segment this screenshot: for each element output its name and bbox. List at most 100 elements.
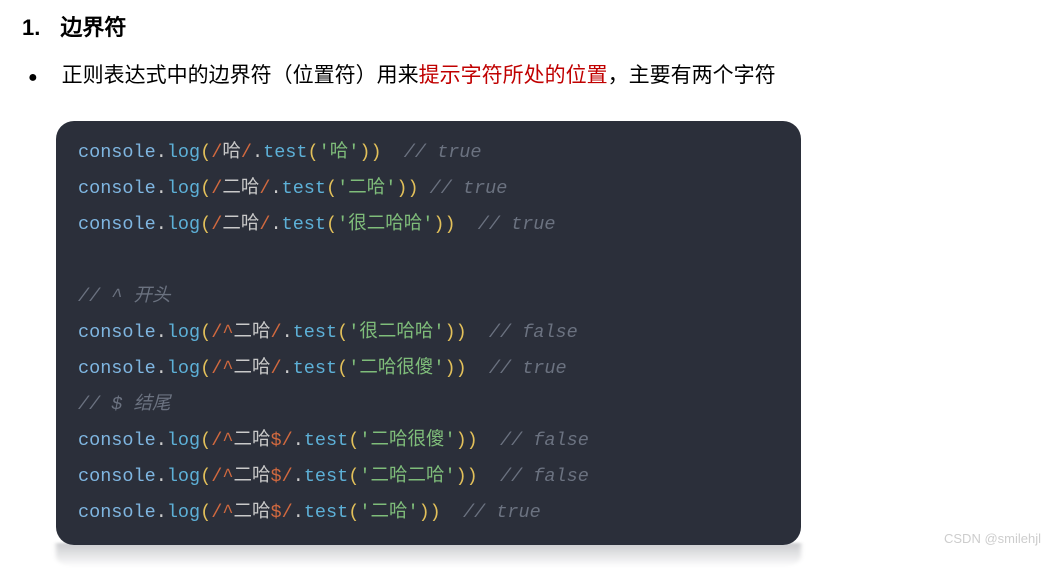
code-comment: // false <box>500 430 589 451</box>
code-line: console.log(/哈/.test('哈')) // true <box>78 135 779 171</box>
token-method: test <box>263 142 307 163</box>
heading-text: 边界符 <box>60 10 126 42</box>
code-comment: // true <box>430 178 508 199</box>
code-line: console.log(/^二哈$/.test('二哈很傻')) // fals… <box>78 423 779 459</box>
token-object: console <box>78 178 156 199</box>
token-paren: ) <box>456 322 467 343</box>
code-line: // ^ 开头 <box>78 279 779 315</box>
token-regex-delim: / <box>211 142 222 163</box>
code-line: console.log(/二哈/.test('二哈')) // true <box>78 171 779 207</box>
bullet-suffix: ，主要有两个字符 <box>608 64 776 87</box>
token-method: log <box>167 466 200 487</box>
token-method: test <box>293 358 337 379</box>
token-method: test <box>282 178 326 199</box>
token-object: console <box>78 466 156 487</box>
code-comment: // $ 结尾 <box>78 394 171 415</box>
token-paren: ( <box>200 178 211 199</box>
token-paren: ( <box>337 358 348 379</box>
token-regex-body: 二哈 <box>233 322 270 343</box>
code-line <box>78 243 779 279</box>
bullet-text: 正则表达式中的边界符（位置符）用来提示字符所处的位置，主要有两个字符 <box>62 62 776 90</box>
token-paren: ) <box>456 430 467 451</box>
token-paren: ( <box>200 430 211 451</box>
token-method: test <box>304 466 348 487</box>
token-dot: . <box>282 358 293 379</box>
token-paren: ) <box>444 358 455 379</box>
token-string: '二哈' <box>359 502 418 523</box>
token-paren: ( <box>326 178 337 199</box>
heading-number: 1. <box>22 15 40 41</box>
code-comment: // ^ 开头 <box>78 286 171 307</box>
token-paren: ) <box>359 142 370 163</box>
token-regex-delim: / <box>259 178 270 199</box>
token-method: log <box>167 178 200 199</box>
token-method: log <box>167 430 200 451</box>
token-regex-delim: /^ <box>211 466 233 487</box>
token-method: test <box>293 322 337 343</box>
token-dot: . <box>156 142 167 163</box>
token-dot: . <box>156 214 167 235</box>
token-paren: ) <box>433 214 444 235</box>
token-dot: . <box>156 178 167 199</box>
code-line: console.log(/^二哈/.test('很二哈哈')) // false <box>78 315 779 351</box>
token-regex-body: 二哈 <box>233 466 270 487</box>
token-paren: ( <box>200 214 211 235</box>
token-paren: ( <box>200 502 211 523</box>
token-dot: . <box>156 430 167 451</box>
token-dot: . <box>156 322 167 343</box>
token-string: '很二哈哈' <box>348 322 444 343</box>
token-regex-delim: $/ <box>270 430 292 451</box>
token-regex-delim: / <box>259 214 270 235</box>
token-paren: ( <box>200 358 211 379</box>
token-paren: ) <box>407 178 418 199</box>
token-object: console <box>78 502 156 523</box>
bullet-marker: ● <box>28 65 38 91</box>
token-paren: ) <box>467 430 478 451</box>
token-regex-delim: $/ <box>270 466 292 487</box>
token-dot: . <box>293 430 304 451</box>
code-line: console.log(/二哈/.test('很二哈哈')) // true <box>78 207 779 243</box>
token-paren: ( <box>200 466 211 487</box>
token-paren: ( <box>337 322 348 343</box>
token-regex-body: 二哈 <box>222 214 259 235</box>
code-line: console.log(/^二哈/.test('二哈很傻')) // true <box>78 351 779 387</box>
token-regex-delim: / <box>211 178 222 199</box>
token-paren: ( <box>308 142 319 163</box>
token-dot: . <box>252 142 263 163</box>
token-dot: . <box>293 466 304 487</box>
token-string: '二哈二哈' <box>359 466 455 487</box>
token-method: test <box>304 430 348 451</box>
token-paren: ) <box>370 142 381 163</box>
token-object: console <box>78 322 156 343</box>
token-paren: ) <box>456 466 467 487</box>
code-comment: // true <box>404 142 482 163</box>
code-comment: // true <box>478 214 556 235</box>
token-method: log <box>167 502 200 523</box>
bullet-highlight: 提示字符所处的位置 <box>419 64 608 87</box>
token-paren: ) <box>467 466 478 487</box>
token-regex-body: 二哈 <box>222 178 259 199</box>
code-block: console.log(/哈/.test('哈')) // trueconsol… <box>56 121 801 545</box>
token-method: log <box>167 214 200 235</box>
token-paren: ) <box>430 502 441 523</box>
token-regex-body: 二哈 <box>233 430 270 451</box>
token-dot: . <box>293 502 304 523</box>
token-paren: ) <box>419 502 430 523</box>
token-object: console <box>78 358 156 379</box>
token-method: log <box>167 142 200 163</box>
token-dot: . <box>156 502 167 523</box>
token-string: '二哈很傻' <box>359 430 455 451</box>
code-comment: // true <box>489 358 567 379</box>
token-regex-body: 哈 <box>222 142 241 163</box>
token-dot: . <box>156 466 167 487</box>
code-line: console.log(/^二哈$/.test('二哈')) // true <box>78 495 779 531</box>
section-heading: 1. 边界符 <box>0 10 1055 42</box>
token-regex-body: 二哈 <box>233 358 270 379</box>
token-string: '哈' <box>319 142 360 163</box>
token-method: log <box>167 322 200 343</box>
token-regex-delim: / <box>270 322 281 343</box>
token-regex-delim: /^ <box>211 322 233 343</box>
token-method: log <box>167 358 200 379</box>
token-string: '很二哈哈' <box>337 214 433 235</box>
token-object: console <box>78 430 156 451</box>
